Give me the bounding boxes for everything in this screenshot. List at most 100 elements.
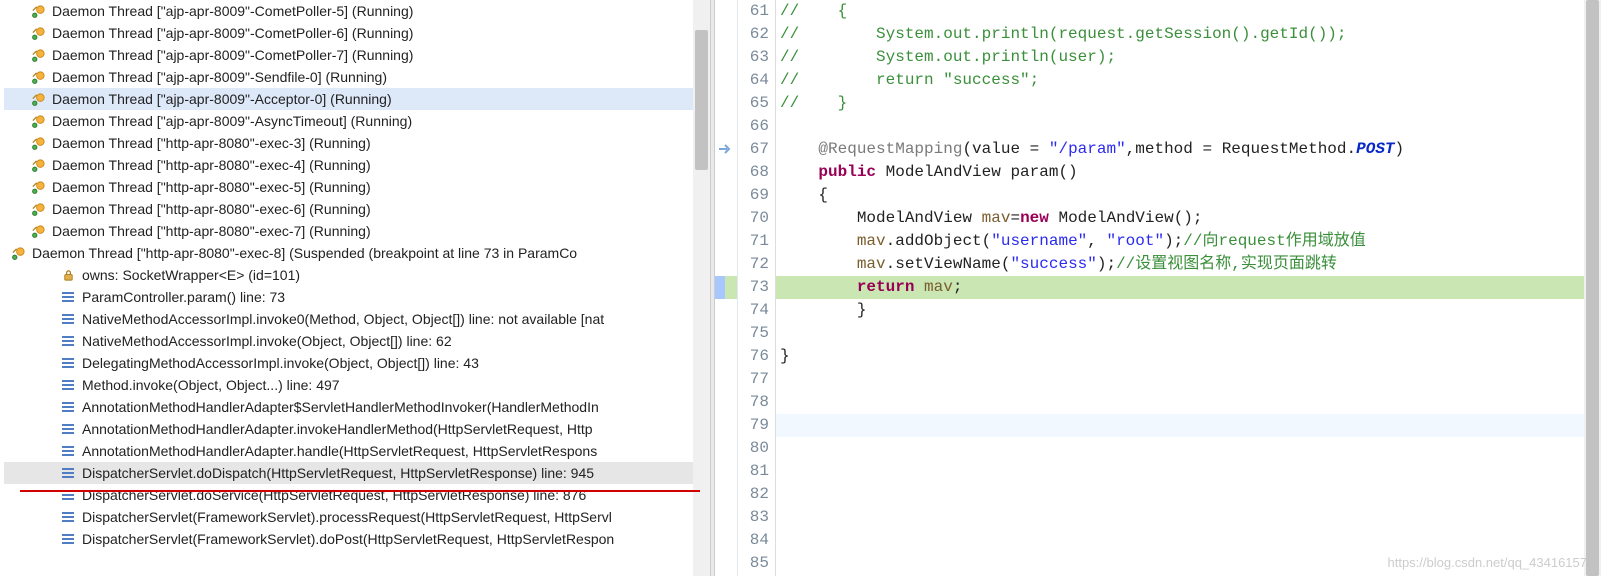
code-line[interactable]: [776, 322, 1601, 345]
stack-frame-row[interactable]: DelegatingMethodAccessorImpl.invoke(Obje…: [4, 352, 710, 374]
gutter-mark: [715, 506, 737, 529]
code-line[interactable]: // return "success";: [776, 69, 1601, 92]
stack-frame-icon: [60, 355, 76, 371]
code-line[interactable]: // System.out.println(request.getSession…: [776, 23, 1601, 46]
thread-row[interactable]: Daemon Thread ["http-apr-8080"-exec-4] (…: [4, 154, 710, 176]
owns-label: owns: SocketWrapper<E> (id=101): [82, 267, 300, 283]
thread-label: Daemon Thread ["http-apr-8080"-exec-5] (…: [52, 179, 371, 195]
thread-label: Daemon Thread ["ajp-apr-8009"-AsyncTimeo…: [52, 113, 412, 129]
thread-label: Daemon Thread ["http-apr-8080"-exec-8] (…: [32, 245, 577, 261]
owns-row[interactable]: owns: SocketWrapper<E> (id=101): [4, 264, 710, 286]
watermark: https://blog.csdn.net/qq_43416157: [1388, 555, 1588, 570]
code-line[interactable]: // {: [776, 0, 1601, 23]
thread-icon: [30, 179, 46, 195]
code-line[interactable]: [776, 483, 1601, 506]
stack-frame-row[interactable]: AnnotationMethodHandlerAdapter$ServletHa…: [4, 396, 710, 418]
thread-label: Daemon Thread ["ajp-apr-8009"-Sendfile-0…: [52, 69, 387, 85]
code-line[interactable]: mav.setViewName("success");//设置视图名称,实现页面…: [776, 253, 1601, 276]
code-line[interactable]: }: [776, 299, 1601, 322]
thread-row[interactable]: Daemon Thread ["http-apr-8080"-exec-7] (…: [4, 220, 710, 242]
thread-label: Daemon Thread ["http-apr-8080"-exec-4] (…: [52, 157, 371, 173]
stack-frame-row[interactable]: DispatcherServlet.doDispatch(HttpServlet…: [4, 462, 710, 484]
gutter: 6162636465666768697071727374757677787980…: [715, 0, 776, 576]
stack-frame-row[interactable]: DispatcherServlet(FrameworkServlet).doPo…: [4, 528, 710, 550]
line-number: 61: [738, 0, 769, 23]
red-underline: [20, 490, 700, 492]
thread-row[interactable]: Daemon Thread ["ajp-apr-8009"-AsyncTimeo…: [4, 110, 710, 132]
breakpoint-icon[interactable]: [715, 276, 725, 299]
line-number: 80: [738, 437, 769, 460]
code-line[interactable]: [776, 506, 1601, 529]
code-line[interactable]: [776, 529, 1601, 552]
frame-label: AnnotationMethodHandlerAdapter$ServletHa…: [82, 399, 599, 415]
line-number: 67: [738, 138, 769, 161]
code-line[interactable]: [776, 391, 1601, 414]
code-line[interactable]: ModelAndView mav=new ModelAndView();: [776, 207, 1601, 230]
code-line[interactable]: {: [776, 184, 1601, 207]
code-line[interactable]: public ModelAndView param(): [776, 161, 1601, 184]
code-line[interactable]: [776, 368, 1601, 391]
gutter-mark: [715, 253, 737, 276]
thread-row[interactable]: Daemon Thread ["ajp-apr-8009"-Sendfile-0…: [4, 66, 710, 88]
code-editor[interactable]: 6162636465666768697071727374757677787980…: [715, 0, 1601, 576]
gutter-mark: [715, 69, 737, 92]
line-number: 77: [738, 368, 769, 391]
line-number: 69: [738, 184, 769, 207]
stack-frame-row[interactable]: DispatcherServlet(FrameworkServlet).proc…: [4, 506, 710, 528]
code-line[interactable]: [776, 414, 1601, 437]
thread-tree[interactable]: Daemon Thread ["ajp-apr-8009"-CometPolle…: [0, 0, 710, 550]
thread-row[interactable]: Daemon Thread ["ajp-apr-8009"-CometPolle…: [4, 22, 710, 44]
stack-frame-row[interactable]: AnnotationMethodHandlerAdapter.handle(Ht…: [4, 440, 710, 462]
stack-frame-row[interactable]: NativeMethodAccessorImpl.invoke(Object, …: [4, 330, 710, 352]
thread-row[interactable]: Daemon Thread ["ajp-apr-8009"-CometPolle…: [4, 44, 710, 66]
stack-frame-row[interactable]: Method.invoke(Object, Object...) line: 4…: [4, 374, 710, 396]
line-number: 79: [738, 414, 769, 437]
stack-frame-row[interactable]: DispatcherServlet.doService(HttpServletR…: [4, 484, 710, 506]
code-line[interactable]: return mav;: [776, 276, 1601, 299]
suspended-thread-row[interactable]: ⌄Daemon Thread ["http-apr-8080"-exec-8] …: [4, 242, 710, 264]
line-number: 75: [738, 322, 769, 345]
code-line[interactable]: }: [776, 345, 1601, 368]
code-line[interactable]: // }: [776, 92, 1601, 115]
stack-frame-row[interactable]: ParamController.param() line: 73: [4, 286, 710, 308]
code-line[interactable]: // System.out.println(user);: [776, 46, 1601, 69]
code-line[interactable]: [776, 460, 1601, 483]
code-line[interactable]: @RequestMapping(value = "/param",method …: [776, 138, 1601, 161]
line-number: 85: [738, 552, 769, 575]
thread-label: Daemon Thread ["ajp-apr-8009"-CometPolle…: [52, 25, 413, 41]
thread-row[interactable]: Daemon Thread ["http-apr-8080"-exec-5] (…: [4, 176, 710, 198]
thread-row[interactable]: Daemon Thread ["ajp-apr-8009"-CometPolle…: [4, 0, 710, 22]
thread-row[interactable]: Daemon Thread ["ajp-apr-8009"-Acceptor-0…: [4, 88, 710, 110]
gutter-mark: [715, 483, 737, 506]
debug-view[interactable]: Daemon Thread ["ajp-apr-8009"-CometPolle…: [0, 0, 710, 576]
thread-icon: [30, 201, 46, 217]
line-number: 82: [738, 483, 769, 506]
thread-icon: [30, 47, 46, 63]
thread-row[interactable]: Daemon Thread ["http-apr-8080"-exec-6] (…: [4, 198, 710, 220]
code-area[interactable]: // {// System.out.println(request.getSes…: [776, 0, 1601, 576]
scroll-thumb[interactable]: [695, 30, 708, 170]
gutter-marks: [715, 0, 738, 576]
stack-frame-icon: [60, 399, 76, 415]
line-number: 81: [738, 460, 769, 483]
line-number: 70: [738, 207, 769, 230]
gutter-mark: [715, 92, 737, 115]
scroll-thumb[interactable]: [1586, 0, 1599, 576]
line-number: 74: [738, 299, 769, 322]
gutter-mark: [715, 0, 737, 23]
code-line[interactable]: mav.addObject("username", "root");//向req…: [776, 230, 1601, 253]
current-line-icon: [725, 276, 737, 299]
line-number: 76: [738, 345, 769, 368]
thread-row[interactable]: Daemon Thread ["http-apr-8080"-exec-3] (…: [4, 132, 710, 154]
stack-frame-icon: [60, 531, 76, 547]
code-line[interactable]: [776, 437, 1601, 460]
stack-frame-row[interactable]: NativeMethodAccessorImpl.invoke0(Method,…: [4, 308, 710, 330]
right-scrollbar[interactable]: [1584, 0, 1601, 576]
lock-icon: [60, 267, 76, 283]
stack-frame-row[interactable]: AnnotationMethodHandlerAdapter.invokeHan…: [4, 418, 710, 440]
thread-icon: [30, 157, 46, 173]
thread-icon: [10, 245, 26, 261]
code-line[interactable]: [776, 115, 1601, 138]
thread-label: Daemon Thread ["http-apr-8080"-exec-7] (…: [52, 223, 371, 239]
frame-label: ParamController.param() line: 73: [82, 289, 285, 305]
